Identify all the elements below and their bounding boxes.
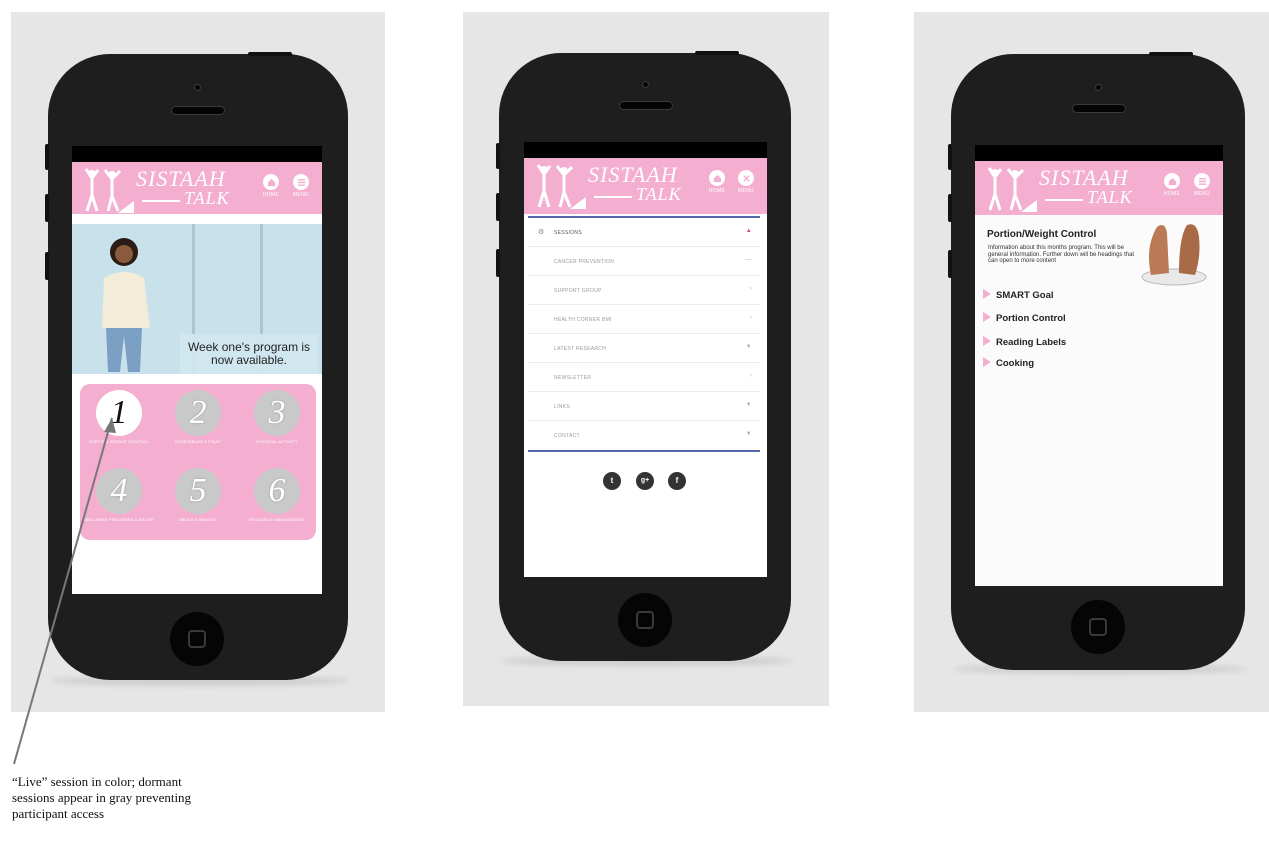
annotation-note: “Live” session in color; dormant session… (12, 774, 192, 821)
annotation-arrow (13, 417, 116, 765)
